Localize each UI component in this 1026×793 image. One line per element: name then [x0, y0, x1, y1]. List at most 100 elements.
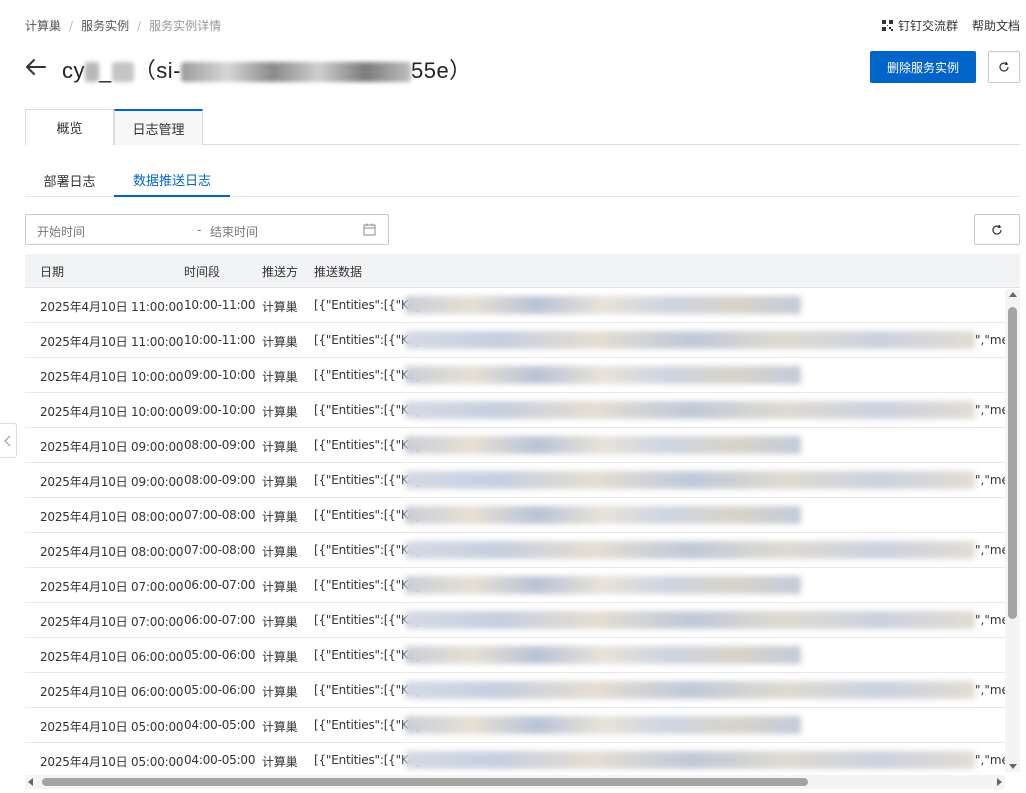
chevron-left-icon [4, 435, 11, 446]
table-row[interactable]: 2025年4月10日 07:00:00 06:00-07:00 计算巢 [{"Enti… [25, 603, 1014, 638]
redacted-data-block [405, 716, 801, 734]
title-row: cy _ （si- 55e） 删除服务实例 [25, 50, 1020, 90]
redacted-block [180, 62, 411, 83]
tab-deploy-logs[interactable]: 部署日志 [25, 163, 114, 197]
cell-sender: 计算巢 [262, 300, 298, 314]
redacted-data-block [405, 436, 801, 454]
cell-sender: 计算巢 [262, 720, 298, 734]
table-row[interactable]: 2025年4月10日 08:00:00 07:00-08:00 计算巢 [{"Enti… [25, 533, 1014, 568]
tab-log-management[interactable]: 日志管理 [114, 109, 203, 145]
cell-period: 08:00-09:00 [184, 473, 256, 487]
scroll-right-icon[interactable] [997, 778, 1002, 786]
vertical-scrollbar[interactable] [1005, 289, 1020, 772]
cell-period: 09:00-10:00 [184, 368, 256, 382]
start-time-input[interactable]: 开始时间 [37, 223, 85, 240]
cell-period: 06:00-07:00 [184, 578, 256, 592]
calendar-icon[interactable] [363, 223, 376, 236]
redacted-block [111, 62, 134, 83]
breadcrumb: 计算巢 / 服务实例 / 服务实例详情 [25, 17, 221, 34]
refresh-icon [992, 224, 1002, 235]
table-row[interactable]: 2025年4月10日 05:00:00 04:00-05:00 计算巢 [{"Enti… [25, 708, 1005, 743]
cell-period: 05:00-06:00 [184, 683, 256, 697]
cell-sender: 计算巢 [262, 405, 298, 419]
column-header-date: 日期 [40, 265, 65, 279]
table-row[interactable]: 2025年4月10日 08:00:00 07:00-08:00 计算巢 [{"Enti… [25, 498, 1005, 533]
tab-data-push-logs[interactable]: 数据推送日志 [114, 163, 230, 197]
main-tabs: 概览 日志管理 [25, 109, 1020, 145]
arrow-left-icon[interactable] [25, 58, 47, 76]
redacted-data-block [405, 541, 975, 559]
redacted-data-block [405, 506, 801, 524]
cell-date: 2025年4月10日 05:00:00 [40, 720, 184, 734]
page-title: cy _ （si- 55e） [62, 53, 472, 85]
cell-period: 09:00-10:00 [184, 403, 256, 417]
cell-sender: 计算巢 [262, 510, 298, 524]
table-row[interactable]: 2025年4月10日 11:00:00 10:00-11:00 计算巢 [{"Enti… [25, 288, 1005, 323]
redacted-block [85, 62, 99, 83]
cell-date: 2025年4月10日 09:00:00 [40, 475, 184, 489]
dingtalk-group-link[interactable]: 钉钉交流群 [881, 17, 958, 34]
cell-sender: 计算巢 [262, 475, 298, 489]
breadcrumb-compute-nest[interactable]: 计算巢 [25, 17, 61, 34]
top-links: 钉钉交流群 帮助文档 [868, 17, 1020, 34]
breadcrumb-service-instances[interactable]: 服务实例 [81, 17, 129, 34]
cell-sender: 计算巢 [262, 755, 298, 769]
cell-period: 08:00-09:00 [184, 438, 256, 452]
scroll-down-icon[interactable] [1009, 764, 1017, 769]
cell-period: 10:00-11:00 [184, 298, 256, 312]
page-title-open: （si- [133, 58, 181, 83]
table-row[interactable]: 2025年4月10日 09:00:00 08:00-09:00 计算巢 [{"Enti… [25, 428, 1005, 463]
page-title-suffix: 55e） [410, 58, 472, 83]
cell-period: 04:00-05:00 [184, 753, 256, 767]
qr-icon [881, 20, 893, 31]
sidebar-expand-handle[interactable] [0, 423, 17, 458]
redacted-data-block [405, 611, 975, 629]
dingtalk-group-label: 钉钉交流群 [897, 19, 958, 33]
date-range-picker[interactable]: 开始时间 - 结束时间 [25, 214, 389, 245]
cell-sender: 计算巢 [262, 615, 298, 629]
cell-date: 2025年4月10日 09:00:00 [40, 440, 184, 454]
cell-sender: 计算巢 [262, 685, 298, 699]
cell-date: 2025年4月10日 05:00:00 [40, 755, 184, 769]
table-row[interactable]: 2025年4月10日 10:00:00 09:00-10:00 计算巢 [{"Enti… [25, 393, 1014, 428]
cell-sender: 计算巢 [262, 650, 298, 664]
page-title-prefix: cy [62, 58, 85, 83]
breadcrumb-instance-detail: 服务实例详情 [149, 19, 222, 33]
refresh-table-button[interactable] [974, 214, 1020, 245]
cell-period: 04:00-05:00 [184, 718, 256, 732]
table-row[interactable]: 2025年4月10日 10:00:00 09:00-10:00 计算巢 [{"Enti… [25, 358, 1005, 393]
table-row[interactable]: 2025年4月10日 06:00:00 05:00-06:00 计算巢 [{"Enti… [25, 673, 1014, 708]
column-header-period: 时间段 [184, 265, 221, 279]
horizontal-scrollbar[interactable] [25, 775, 1005, 789]
cell-date: 2025年4月10日 11:00:00 [40, 300, 184, 314]
cell-period: 05:00-06:00 [184, 648, 256, 662]
table-row[interactable]: 2025年4月10日 07:00:00 06:00-07:00 计算巢 [{"Enti… [25, 568, 1005, 603]
cell-sender: 计算巢 [262, 440, 298, 454]
cell-date: 2025年4月10日 08:00:00 [40, 545, 184, 559]
vertical-scroll-thumb[interactable] [1008, 307, 1017, 619]
delete-instance-button[interactable]: 删除服务实例 [870, 51, 976, 83]
cell-date: 2025年4月10日 08:00:00 [40, 510, 184, 524]
push-log-table: 日期 时间段 推送方 推送数据 2025年4月10日 11:00:00 10:00… [25, 254, 1020, 783]
cell-date: 2025年4月10日 07:00:00 [40, 615, 184, 629]
refresh-page-button[interactable] [988, 51, 1020, 83]
table-row[interactable]: 2025年4月10日 11:00:00 10:00-11:00 计算巢 [{"Enti… [25, 323, 1014, 358]
cell-period: 10:00-11:00 [184, 333, 256, 347]
redacted-data-block [405, 646, 801, 664]
scroll-left-icon[interactable] [28, 778, 33, 786]
tab-overview[interactable]: 概览 [25, 109, 114, 145]
horizontal-scroll-thumb[interactable] [42, 778, 808, 786]
table-row[interactable]: 2025年4月10日 05:00:00 04:00-05:00 计算巢 [{"Enti… [25, 743, 1014, 778]
scroll-up-icon[interactable] [1009, 292, 1017, 297]
table-row[interactable]: 2025年4月10日 06:00:00 05:00-06:00 计算巢 [{"Enti… [25, 638, 1005, 673]
cell-period: 06:00-07:00 [184, 613, 256, 627]
end-time-input[interactable]: 结束时间 [210, 223, 258, 240]
cell-date: 2025年4月10日 06:00:00 [40, 685, 184, 699]
table-row[interactable]: 2025年4月10日 09:00:00 08:00-09:00 计算巢 [{"Enti… [25, 463, 1014, 498]
cell-date: 2025年4月10日 10:00:00 [40, 370, 184, 384]
cell-date: 2025年4月10日 07:00:00 [40, 580, 184, 594]
help-docs-link[interactable]: 帮助文档 [972, 17, 1020, 34]
cell-sender: 计算巢 [262, 335, 298, 349]
date-range-separator: - [197, 223, 202, 237]
cell-date: 2025年4月10日 06:00:00 [40, 650, 184, 664]
